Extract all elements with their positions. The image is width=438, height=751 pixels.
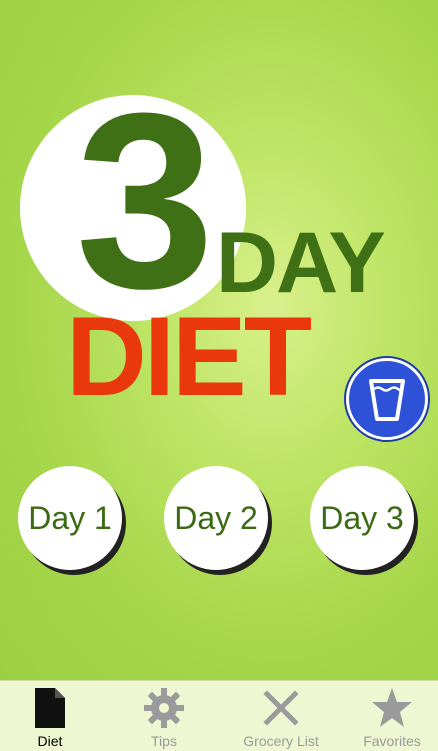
x-icon	[263, 690, 299, 726]
day-2-label: Day 2	[174, 499, 258, 536]
document-icon	[35, 688, 65, 728]
logo-number: 3	[75, 61, 214, 340]
day-2-button[interactable]: Day 2	[164, 466, 268, 570]
day-1-label: Day 1	[28, 499, 112, 536]
day-3-label: Day 3	[320, 499, 404, 536]
tab-diet-label: Diet	[37, 733, 63, 749]
tab-tips[interactable]: Tips	[114, 681, 214, 751]
star-icon	[372, 688, 412, 727]
tab-tips-label: Tips	[151, 733, 177, 749]
tab-favorites-label: Favorites	[363, 733, 421, 749]
water-glass-icon	[369, 379, 405, 421]
day-1-button[interactable]: Day 1	[18, 466, 122, 570]
tab-grocery-list[interactable]: Grocery List	[231, 681, 331, 751]
tab-grocery-list-label: Grocery List	[243, 733, 319, 749]
day-3-button[interactable]: Day 3	[310, 466, 414, 570]
tab-diet[interactable]: Diet	[0, 681, 100, 751]
home-screen: 3 DAY DIET Day 1 Day 2 Day 3	[0, 0, 438, 680]
tab-bar: Diet Tips Grocery List Favorites	[0, 680, 438, 751]
logo-word-diet: DIET	[66, 294, 312, 419]
water-button[interactable]	[346, 358, 428, 440]
gear-icon	[144, 688, 184, 728]
tab-favorites[interactable]: Favorites	[346, 681, 438, 751]
